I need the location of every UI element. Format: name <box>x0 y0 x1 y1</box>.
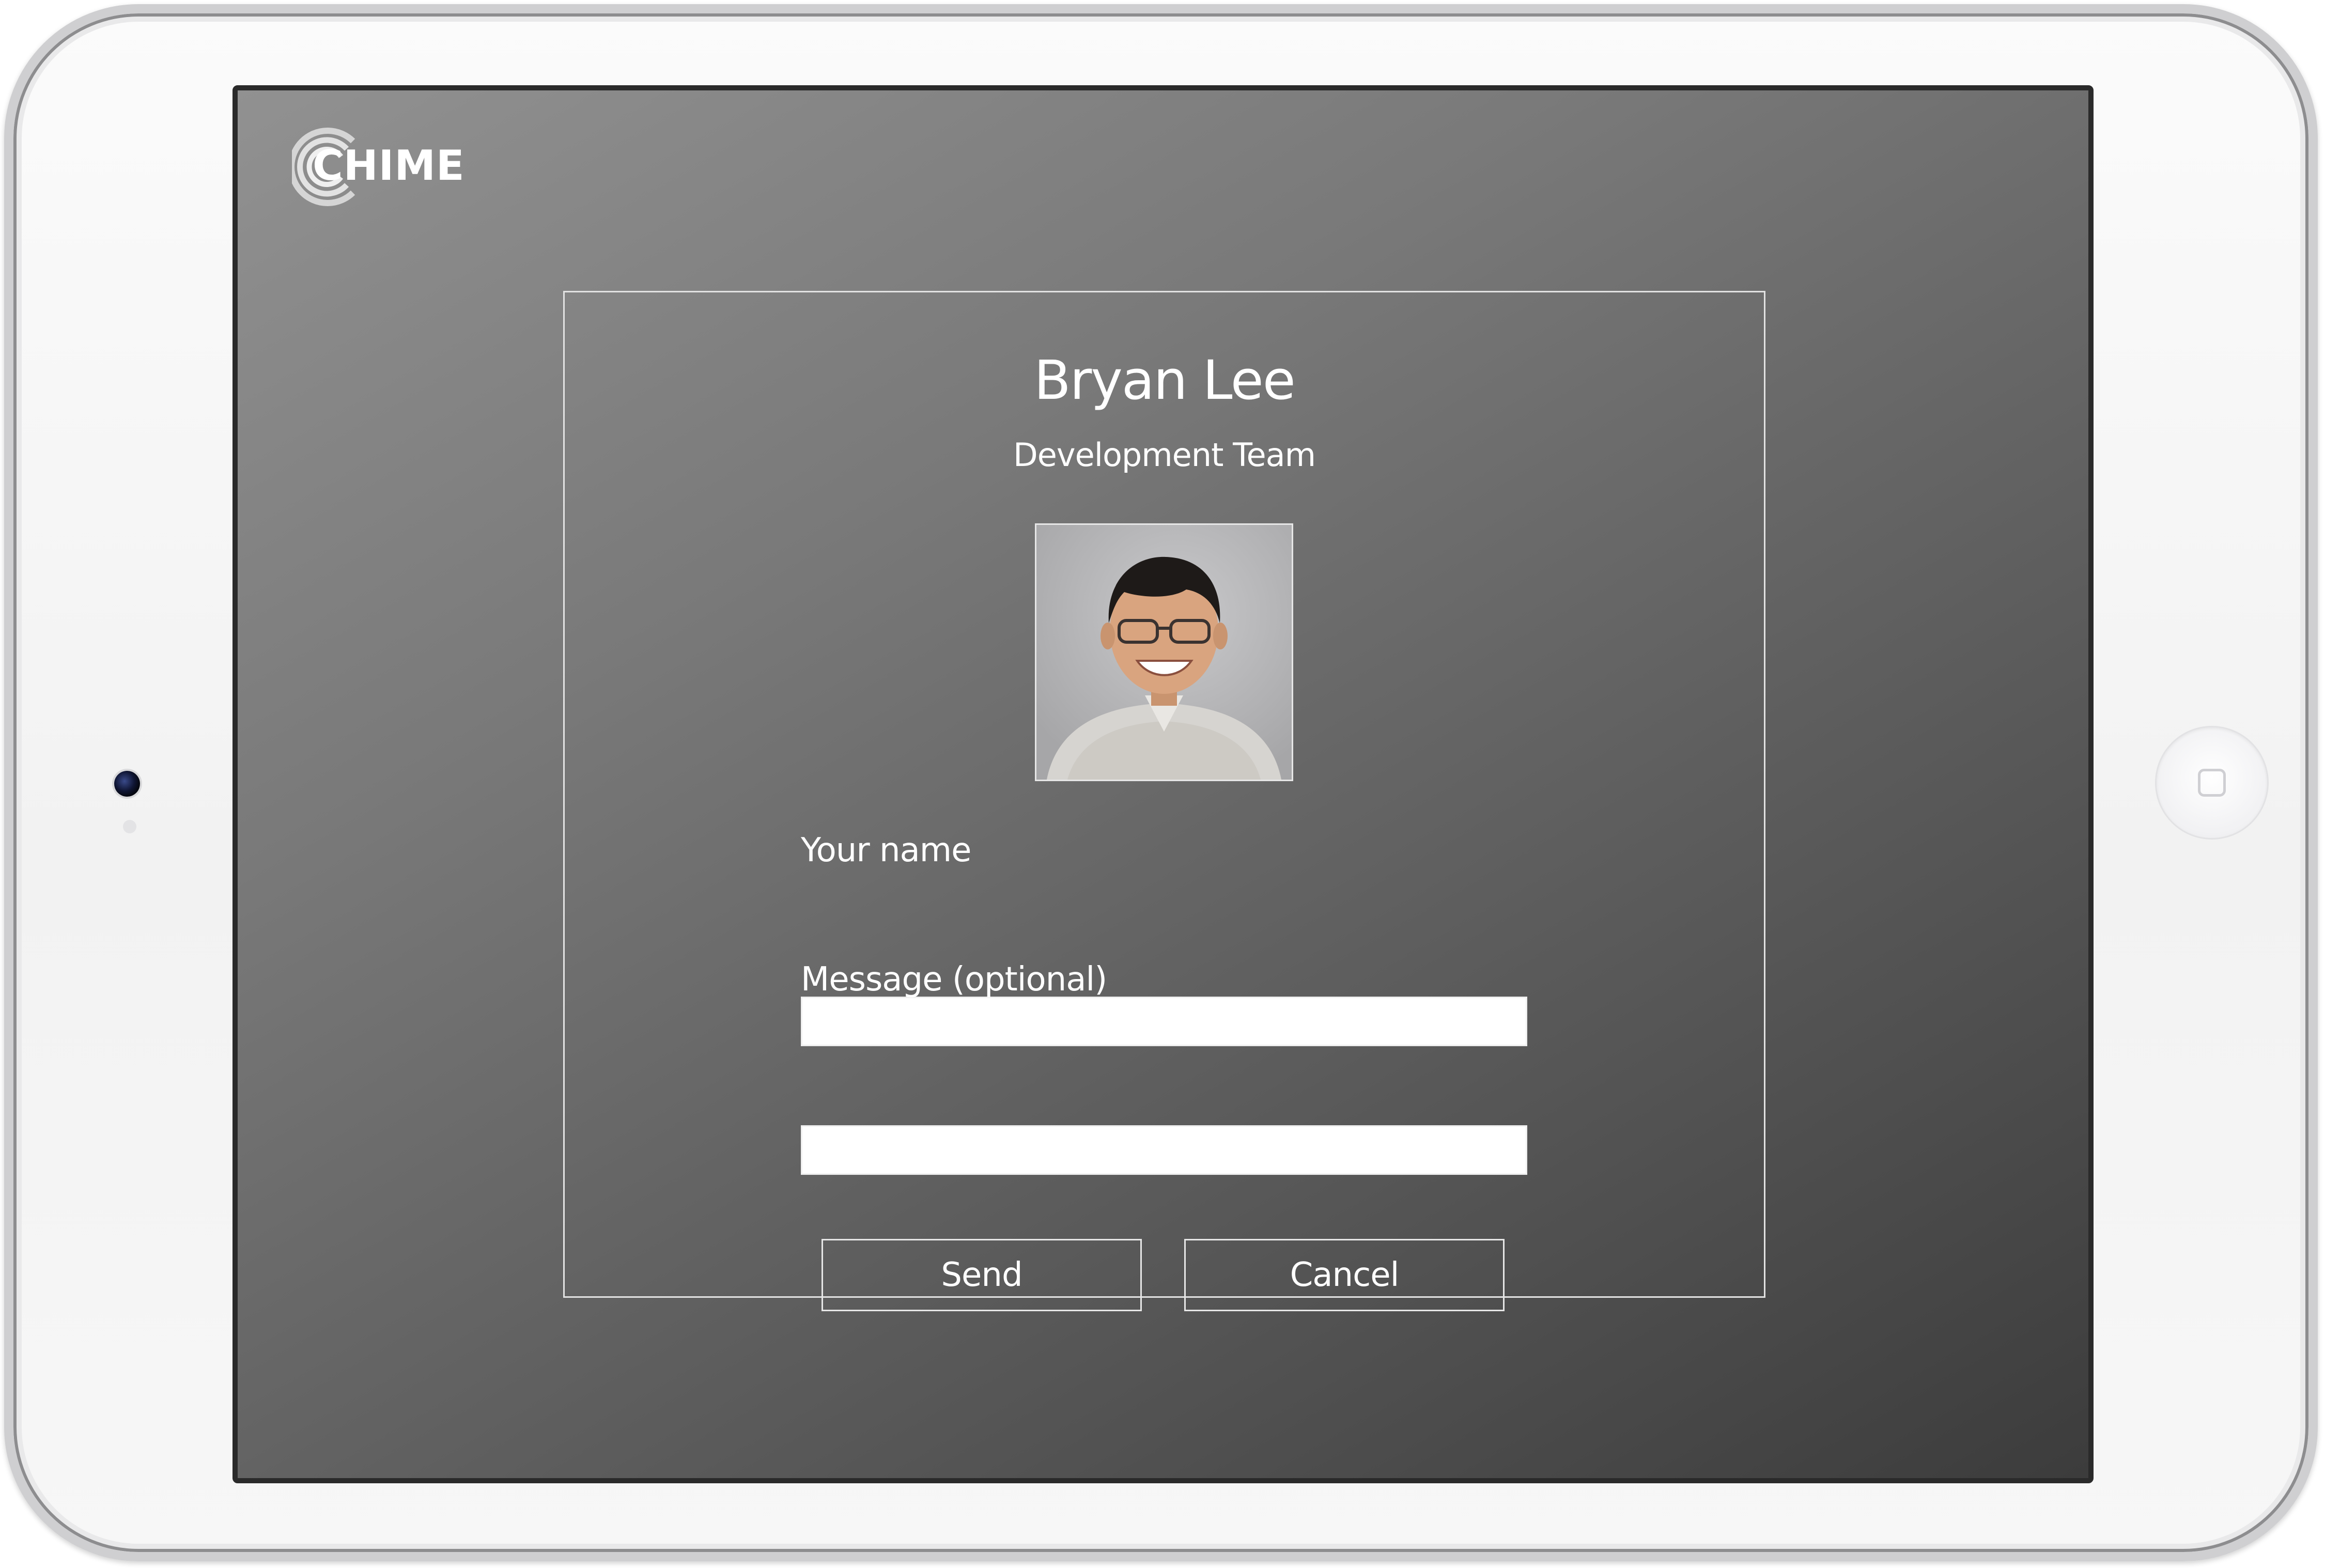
message-input[interactable] <box>801 1125 1527 1175</box>
cancel-button[interactable]: Cancel <box>1184 1239 1505 1311</box>
app-screen: CHIME Bryan Lee Development Team Your na… <box>233 85 2094 1483</box>
message-label: Message (optional) <box>801 960 1107 999</box>
contact-avatar <box>1035 523 1293 781</box>
home-square-icon <box>2198 769 2226 797</box>
light-sensor <box>123 820 136 833</box>
your-name-label: Your name <box>801 831 971 870</box>
message-panel: Bryan Lee Development Team Your name Mes… <box>563 291 1765 1311</box>
home-button[interactable] <box>2157 727 2267 838</box>
contact-name: Bryan Lee <box>1034 349 1295 412</box>
chime-logo: CHIME <box>292 126 468 208</box>
front-camera <box>114 771 140 797</box>
logo-text: CHIME <box>313 142 465 190</box>
contact-team: Development Team <box>1013 436 1316 474</box>
send-button[interactable]: Send <box>822 1239 1142 1311</box>
your-name-input[interactable] <box>801 997 1527 1046</box>
